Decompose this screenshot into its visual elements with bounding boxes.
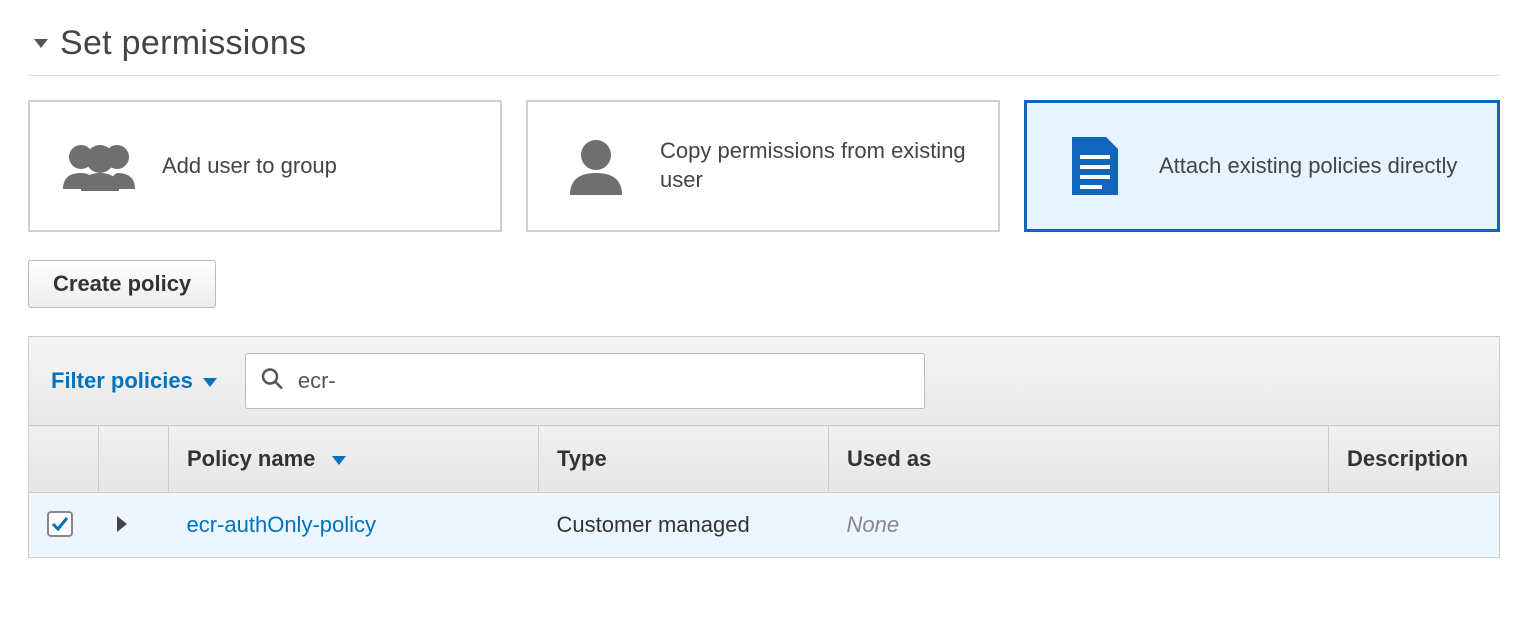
policy-table: Policy name Type Used as Description [28,425,1500,558]
create-policy-button[interactable]: Create policy [28,260,216,308]
permission-options: Add user to group Copy permissions from … [28,100,1500,232]
search-icon [261,368,283,395]
col-used-as[interactable]: Used as [829,426,1329,493]
section-header[interactable]: Set permissions [28,24,1500,76]
document-icon [1055,135,1135,197]
col-policy-name[interactable]: Policy name [169,426,539,493]
chevron-down-icon [203,378,217,387]
expand-row-caret-icon[interactable] [117,516,127,532]
col-expand [99,426,169,493]
policy-description [1329,493,1500,558]
filter-label: Filter policies [51,368,193,394]
option-copy-permissions[interactable]: Copy permissions from existing user [526,100,1000,232]
section-title: Set permissions [60,24,306,63]
col-label: Policy name [187,446,315,471]
table-row: ecr-authOnly-policy Customer managed Non… [29,493,1500,558]
policy-link[interactable]: ecr-authOnly-policy [187,512,377,537]
search-input[interactable] [245,353,925,409]
col-type[interactable]: Type [539,426,829,493]
user-icon [556,137,636,195]
group-icon [58,139,138,193]
option-label: Add user to group [162,152,337,181]
col-select [29,426,99,493]
policy-type: Customer managed [539,493,829,558]
search-wrap [245,353,925,409]
policy-toolbar: Filter policies [28,336,1500,425]
filter-policies-dropdown[interactable]: Filter policies [51,368,217,394]
policy-used-as: None [847,512,900,537]
row-checkbox[interactable] [47,511,73,537]
option-add-user-to-group[interactable]: Add user to group [28,100,502,232]
option-label: Copy permissions from existing user [660,137,970,194]
option-attach-policies[interactable]: Attach existing policies directly [1024,100,1500,232]
option-label: Attach existing policies directly [1159,152,1457,181]
collapse-caret-icon [34,39,48,48]
sort-caret-icon [332,456,346,465]
col-description[interactable]: Description [1329,426,1500,493]
